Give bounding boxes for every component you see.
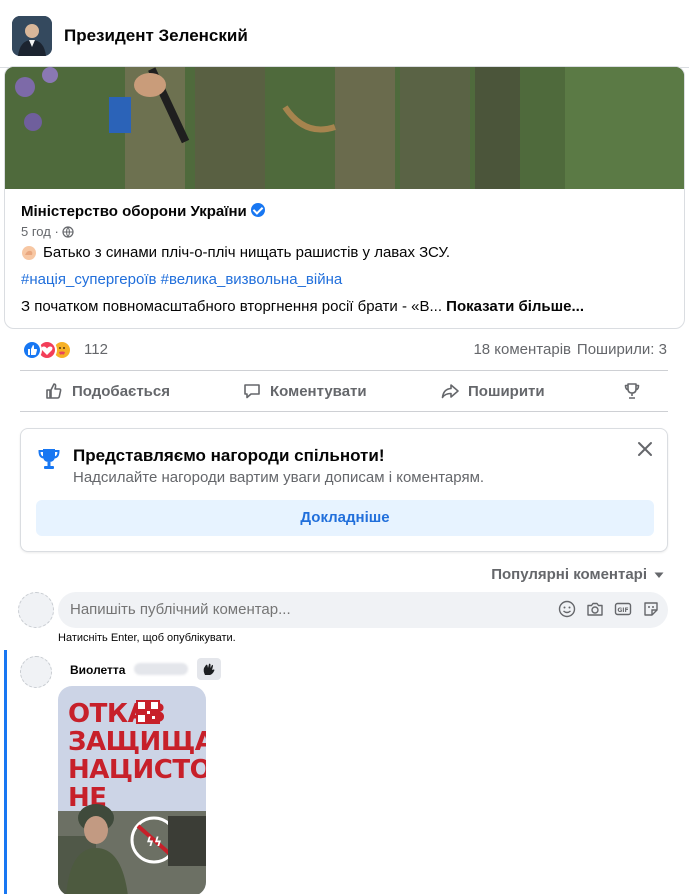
highlighted-comment-marker (4, 650, 7, 894)
share-button[interactable]: Поширити (440, 379, 545, 403)
sticker-icon[interactable] (642, 600, 660, 618)
award-button[interactable] (622, 379, 642, 403)
post-actions-bar: Подобається Коментувати Поширити (20, 370, 668, 412)
comments-count[interactable]: 18 коментарів (473, 341, 571, 358)
excerpt-text: З початком повномасштабного вторгнення р… (21, 298, 442, 315)
post-excerpt: З початком повномасштабного вторгнення р… (21, 298, 584, 315)
comment-button[interactable]: Коментувати (242, 379, 367, 403)
learn-more-button[interactable]: Докладніше (36, 500, 654, 536)
poster-line-3: НАЦИСТОВ (68, 755, 206, 785)
waving-hand-icon (203, 663, 215, 675)
like-button[interactable]: Подобається (44, 379, 170, 403)
reactions-bar: 112 18 коментарів Поширили: 3 (0, 336, 689, 362)
qr-code-icon (136, 700, 160, 724)
comment-composer[interactable]: GIF (58, 592, 668, 628)
blurred-surname (134, 663, 188, 675)
shared-post-card[interactable]: Міністерство оборони України 5 год · Бат… (4, 66, 685, 329)
svg-text:GIF: GIF (617, 607, 628, 614)
poster-line-2: ЗАЩИЩАТЬ (68, 727, 206, 757)
emoji-icon[interactable] (558, 600, 576, 618)
comment-input[interactable] (70, 601, 500, 618)
comment-button-label: Коментувати (270, 382, 367, 400)
awards-card-subtitle: Надсилайте нагороди вартим уваги дописам… (73, 469, 485, 486)
post-header-bar: Президент Зеленский (0, 0, 689, 68)
page-title[interactable]: Президент Зеленский (64, 26, 248, 46)
comment-sort-dropdown[interactable]: Популярні коментарі (491, 566, 665, 583)
see-more-link[interactable]: Показати більше... (446, 298, 584, 315)
reaction-count[interactable]: 112 (84, 341, 108, 358)
commenter-avatar[interactable] (20, 656, 52, 688)
page-avatar[interactable] (12, 16, 52, 56)
sort-label: Популярні коментарі (491, 566, 647, 583)
profile-photo-icon (12, 16, 52, 56)
awards-card-title: Представляємо нагороди спільноти! (73, 446, 385, 465)
gif-icon[interactable]: GIF (614, 600, 632, 618)
trophy-award-icon (38, 449, 60, 469)
timestamp-text[interactable]: 5 год · (21, 224, 59, 239)
soldier-photo-icon: ϟϟ (58, 804, 206, 894)
community-awards-card: Представляємо нагороди спільноти! Надсил… (20, 428, 668, 552)
org-name-link[interactable]: Міністерство оборони України (21, 203, 247, 220)
post-text-content: Батько з синами пліч-о-пліч нищать рашис… (43, 244, 451, 261)
svg-text:ϟϟ: ϟϟ (146, 835, 162, 849)
globe-icon (62, 225, 74, 238)
composer-hint: Натисніть Enter, щоб опублікувати. (58, 632, 236, 644)
shared-post-image[interactable] (5, 67, 684, 189)
like-reaction-icon (22, 340, 42, 360)
soldiers-photo-icon (5, 67, 684, 189)
post-hashtags[interactable]: #нація_супергероїв #велика_визвольна_вій… (21, 271, 342, 288)
post-timestamp[interactable]: 5 год · (21, 224, 74, 239)
post-text: Батько з синами пліч-о-пліч нищать рашис… (21, 244, 450, 261)
share-button-label: Поширити (468, 382, 545, 400)
comment-image[interactable]: ОТКАЗ ЗАЩИЩАТЬ НАЦИСТОВ НЕ ТРУСОСТЬ ϟϟ (58, 686, 206, 894)
current-user-avatar[interactable] (18, 592, 54, 628)
flexed-arm-emoji-icon (22, 245, 36, 260)
verified-badge-icon (250, 203, 265, 217)
close-icon (638, 442, 652, 456)
shares-count[interactable]: Поширили: 3 (577, 341, 667, 358)
like-button-label: Подобається (72, 382, 170, 400)
facebook-post-view: Президент Зеленский Міністерство оборони… (0, 0, 689, 894)
waving-hand-badge[interactable] (197, 658, 221, 680)
composer-tools: GIF (558, 600, 660, 618)
share-arrow-icon (441, 384, 459, 399)
caret-down-icon (654, 572, 664, 578)
comment-author[interactable]: Виолетта (70, 663, 125, 677)
camera-icon[interactable] (586, 600, 604, 618)
shared-org-name[interactable]: Міністерство оборони України (21, 203, 265, 220)
comment-bubble-icon (244, 384, 260, 399)
thumbs-up-icon (46, 383, 62, 399)
trophy-icon (624, 383, 640, 399)
reaction-icons[interactable] (22, 340, 80, 360)
close-awards-card-button[interactable] (635, 439, 655, 459)
